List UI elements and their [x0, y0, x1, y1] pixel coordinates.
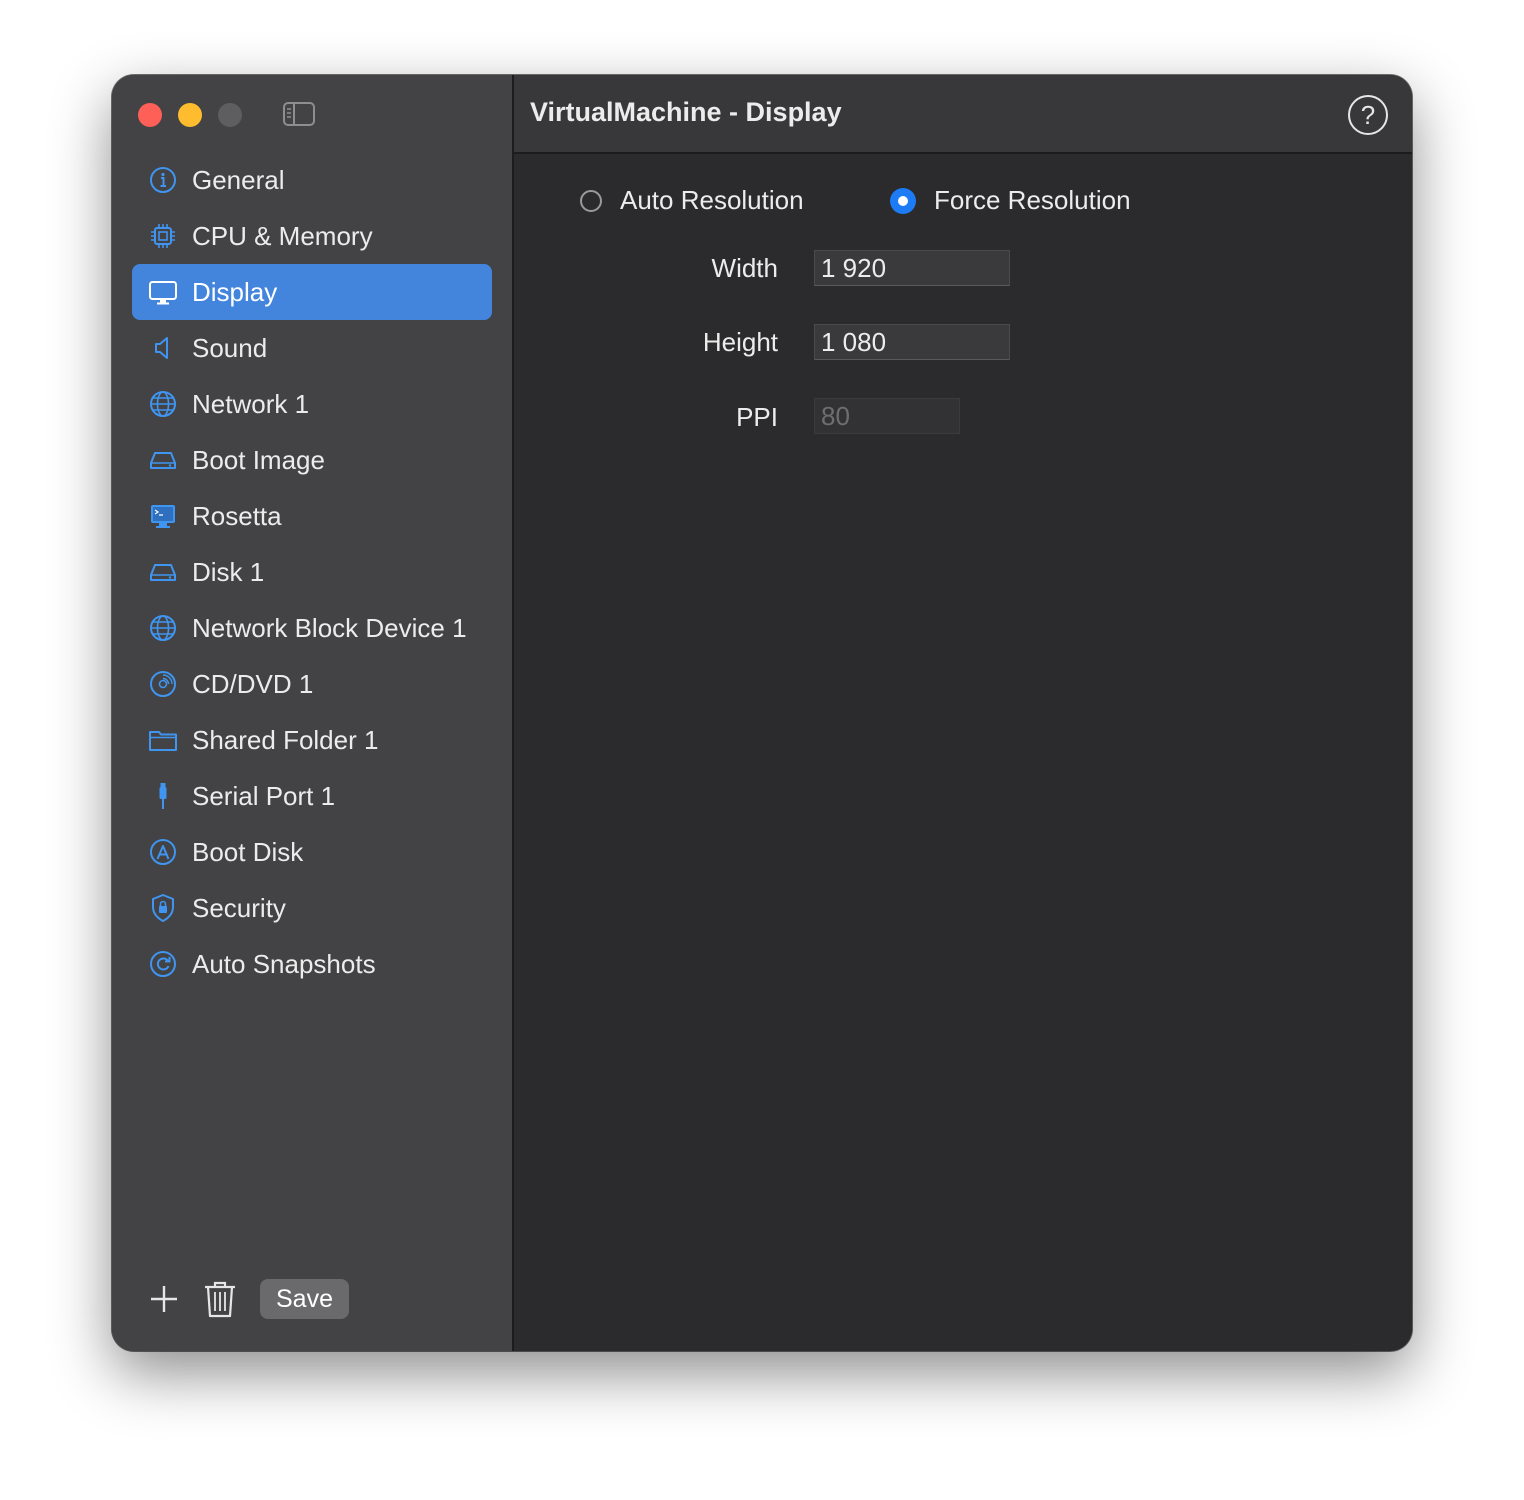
- force-resolution-radio[interactable]: Force Resolution: [890, 185, 1131, 216]
- snapshot-icon: [146, 947, 180, 981]
- info-icon: [146, 163, 180, 197]
- help-button[interactable]: ?: [1348, 95, 1388, 135]
- radio-unchecked: [580, 189, 602, 212]
- sidebar-toolbar: Save: [146, 1277, 349, 1321]
- sidebar-item-label: Network 1: [192, 388, 310, 419]
- cpu-icon: [146, 219, 180, 253]
- ppi-field[interactable]: 80: [814, 398, 960, 434]
- sidebar-item-label: Rosetta: [192, 500, 282, 531]
- sidebar-item-disk[interactable]: Disk 1: [132, 544, 492, 600]
- sidebar-item-label: CPU & Memory: [192, 220, 373, 251]
- trash-icon: [205, 1281, 235, 1318]
- sidebar-item-label: Serial Port 1: [192, 780, 336, 811]
- titlebar: VirtualMachine - Display ?: [514, 75, 1412, 154]
- sidebar-item-network[interactable]: Network 1: [132, 376, 492, 432]
- zoom-window-button[interactable]: [218, 103, 242, 127]
- sidebar-item-boot-image[interactable]: Boot Image: [132, 432, 492, 488]
- sidebar-item-label: Shared Folder 1: [192, 724, 379, 755]
- sidebar-item-rosetta[interactable]: Rosetta: [132, 488, 492, 544]
- sidebar-item-label: Network Block Device 1: [192, 612, 467, 643]
- ppi-label: PPI: [736, 402, 778, 432]
- startup-disk-icon: [146, 835, 180, 869]
- sidebar-item-label: Boot Disk: [192, 836, 304, 867]
- terminal-icon: [146, 499, 180, 533]
- remove-device-button[interactable]: [202, 1279, 238, 1319]
- drive-icon: [146, 555, 180, 589]
- display-settings-pane: VirtualMachine - Display ? Auto Resoluti…: [514, 75, 1412, 1351]
- drive-icon: [146, 443, 180, 477]
- sidebar-item-boot-disk[interactable]: Boot Disk: [132, 824, 492, 880]
- width-label: Width: [711, 253, 778, 283]
- question-mark-icon: ?: [1360, 99, 1376, 130]
- sidebar-item-shared-folder[interactable]: Shared Folder 1: [132, 712, 492, 768]
- globe-icon: [146, 387, 180, 421]
- minimize-window-button[interactable]: [178, 103, 202, 127]
- window-title: VirtualMachine - Display: [530, 97, 842, 127]
- sidebar-item-label: Display: [192, 276, 278, 307]
- height-label: Height: [702, 327, 778, 357]
- sidebar-item-security[interactable]: Security: [132, 880, 492, 936]
- sidebar-item-network-block-device[interactable]: Network Block Device 1: [132, 600, 492, 656]
- auto-resolution-radio[interactable]: Auto Resolution: [580, 185, 804, 216]
- shield-icon: [146, 891, 180, 925]
- folder-icon: [146, 723, 180, 757]
- sidebar-item-label: Security: [192, 892, 286, 923]
- speaker-icon: [146, 331, 180, 365]
- sidebar-item-label: Boot Image: [192, 444, 325, 475]
- sidebar-item-sound[interactable]: Sound: [132, 320, 492, 376]
- save-button[interactable]: Save: [260, 1279, 349, 1319]
- width-field[interactable]: 1 920: [814, 250, 1010, 286]
- sidebar-item-label: Auto Snapshots: [192, 948, 376, 979]
- sidebar-item-cd-dvd[interactable]: CD/DVD 1: [132, 656, 492, 712]
- sidebar-item-serial-port[interactable]: Serial Port 1: [132, 768, 492, 824]
- add-device-button[interactable]: [146, 1279, 182, 1319]
- sidebar-item-general[interactable]: General: [132, 152, 492, 208]
- plus-icon: [151, 1286, 177, 1312]
- close-window-button[interactable]: [138, 103, 162, 127]
- globe-icon: [146, 611, 180, 645]
- sidebar-item-label: Sound: [192, 332, 268, 363]
- sidebar-item-display[interactable]: Display: [132, 264, 492, 320]
- radio-checked: [890, 187, 916, 214]
- sidebar-item-auto-snapshots[interactable]: Auto Snapshots: [132, 936, 492, 992]
- sidebar-toggle-icon[interactable]: [282, 101, 316, 127]
- sidebar: General CPU & Memory Display Sound Netwo…: [112, 75, 514, 1351]
- sidebar-item-label: General: [192, 164, 285, 195]
- height-field[interactable]: 1 080: [814, 324, 1010, 360]
- auto-resolution-label: Auto Resolution: [620, 185, 804, 215]
- disc-icon: [146, 667, 180, 701]
- settings-window: General CPU & Memory Display Sound Netwo…: [112, 75, 1412, 1351]
- sidebar-item-label: CD/DVD 1: [192, 668, 314, 699]
- sidebar-item-cpu-memory[interactable]: CPU & Memory: [132, 208, 492, 264]
- force-resolution-label: Force Resolution: [934, 185, 1131, 215]
- cable-icon: [146, 779, 180, 813]
- display-icon: [146, 275, 180, 309]
- sidebar-item-label: Disk 1: [192, 556, 265, 587]
- sidebar-nav: General CPU & Memory Display Sound Netwo…: [132, 152, 492, 992]
